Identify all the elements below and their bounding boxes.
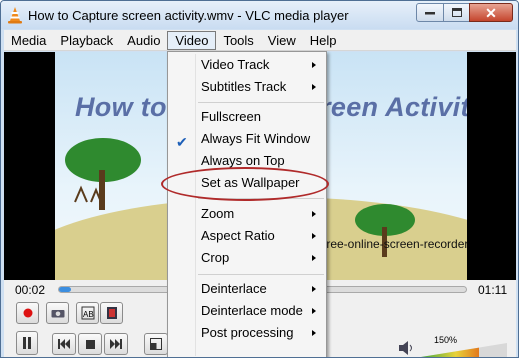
menu-separator [198, 274, 324, 275]
submenu-arrow-icon [312, 233, 316, 239]
menu-item-zoom[interactable]: Zoom [168, 203, 326, 225]
menu-item-label: Post processing [201, 325, 294, 340]
camera-icon [51, 310, 64, 318]
submenu-arrow-icon [312, 255, 316, 261]
menu-item-deinterlace[interactable]: Deinterlace [168, 278, 326, 300]
pause-icon [23, 337, 31, 349]
submenu-arrow-icon [312, 308, 316, 314]
menu-tools[interactable]: Tools [216, 31, 260, 50]
menu-item-post-processing[interactable]: Post processing [168, 322, 326, 344]
window-title: How to Capture screen activity.wmv - VLC… [28, 8, 349, 23]
fullscreen-icon [150, 338, 162, 350]
minimize-icon [425, 11, 435, 14]
submenu-arrow-icon [312, 286, 316, 292]
title-bar: How to Capture screen activity.wmv - VLC… [1, 1, 518, 29]
svg-text:AB: AB [83, 310, 94, 319]
frame-step-button[interactable] [100, 302, 123, 324]
vlc-cone-icon [8, 7, 22, 24]
menu-item-label: Subtitles Track [201, 79, 287, 94]
menu-item-label: Deinterlace mode [201, 303, 303, 318]
record-button[interactable] [16, 302, 39, 324]
loop-ab-button[interactable]: AB [76, 302, 99, 324]
annotation-oval [161, 167, 329, 201]
snapshot-button[interactable] [46, 302, 69, 324]
film-frame-icon [106, 307, 117, 319]
menu-item-label: Zoom [201, 206, 235, 221]
menu-audio[interactable]: Audio [120, 31, 167, 50]
menu-bar: Media Playback Audio Video Tools View He… [4, 30, 516, 51]
menu-playback[interactable]: Playback [53, 31, 120, 50]
next-button[interactable] [104, 333, 128, 355]
record-icon [23, 308, 32, 318]
menu-help[interactable]: Help [303, 31, 344, 50]
stop-icon [85, 339, 95, 349]
close-button[interactable]: ✕ [469, 3, 513, 22]
menu-video[interactable]: Video [167, 30, 217, 50]
menu-item-subtitles-track[interactable]: Subtitles Track [168, 76, 326, 98]
time-elapsed: 00:02 [15, 283, 46, 297]
volume-control[interactable]: 150% [397, 335, 513, 357]
close-icon: ✕ [485, 4, 497, 21]
speaker-icon [399, 341, 412, 355]
menu-separator [198, 102, 324, 103]
menu-item-deinterlace-mode[interactable]: Deinterlace mode [168, 300, 326, 322]
menu-media[interactable]: Media [4, 31, 53, 50]
menu-item-always-fit-window[interactable]: ✔ Always Fit Window [168, 128, 326, 150]
menu-item-label: Crop [201, 250, 230, 265]
next-icon [110, 339, 122, 349]
seek-progress [59, 287, 71, 292]
previous-icon [58, 339, 70, 349]
menu-view[interactable]: View [261, 31, 303, 50]
time-total: 01:11 [478, 283, 508, 297]
loop-ab-icon: AB [81, 306, 94, 320]
fullscreen-button[interactable] [144, 333, 168, 355]
menu-item-crop[interactable]: Crop [168, 247, 326, 269]
menu-item-label: Fullscreen [201, 109, 261, 124]
menu-item-label: Always Fit Window [201, 131, 311, 146]
submenu-arrow-icon [312, 330, 316, 336]
maximize-button[interactable] [443, 3, 470, 22]
submenu-arrow-icon [312, 84, 316, 90]
slide-url: free-online-screen-recorder [323, 237, 467, 251]
menu-item-label: Video Track [201, 57, 270, 72]
menu-item-label: Always on Top [201, 153, 285, 168]
menu-item-aspect-ratio[interactable]: Aspect Ratio [168, 225, 326, 247]
maximize-icon [451, 8, 462, 17]
pause-button[interactable] [16, 331, 38, 355]
stop-button[interactable] [78, 333, 102, 355]
menu-item-fullscreen[interactable]: Fullscreen [168, 106, 326, 128]
volume-slider[interactable] [421, 343, 507, 357]
previous-button[interactable] [52, 333, 76, 355]
vlc-window: How to Capture screen activity.wmv - VLC… [0, 0, 519, 358]
submenu-arrow-icon [312, 211, 316, 217]
menu-item-label: Aspect Ratio [201, 228, 275, 243]
menu-item-label: Deinterlace [201, 281, 267, 296]
menu-item-video-track[interactable]: Video Track [168, 54, 326, 76]
minimize-button[interactable] [416, 3, 444, 22]
submenu-arrow-icon [312, 62, 316, 68]
video-menu-dropdown: Video Track Subtitles Track Fullscreen ✔… [167, 51, 327, 357]
